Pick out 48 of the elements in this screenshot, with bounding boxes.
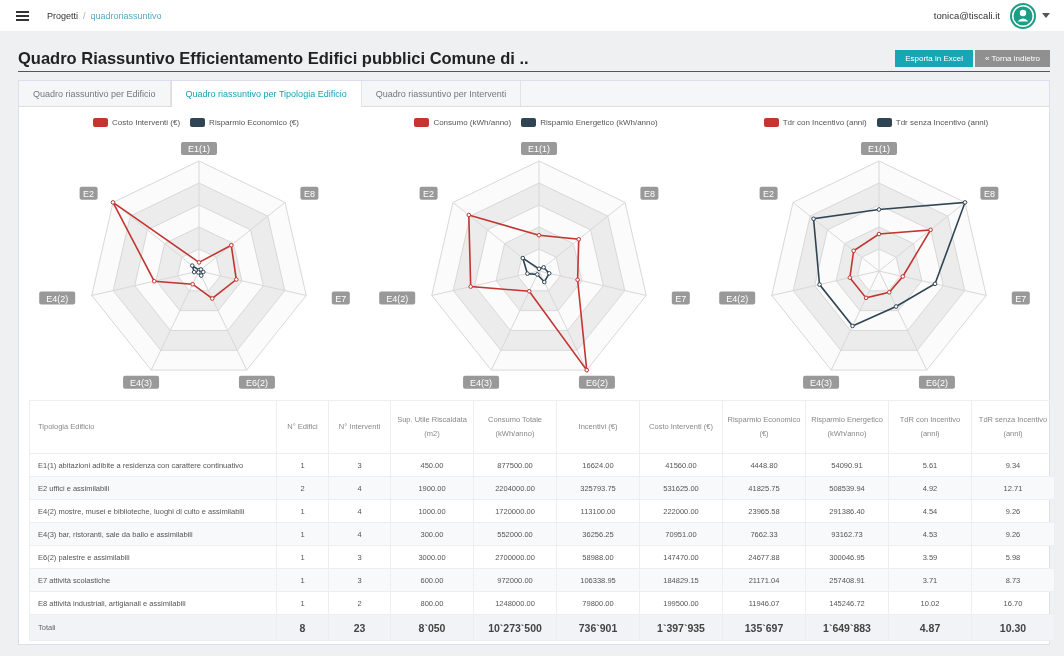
axis-label: E2 xyxy=(759,186,778,200)
axis-label: E1(1) xyxy=(521,142,557,155)
total-cell: 135`697 xyxy=(722,614,806,641)
total-cell: 10.30 xyxy=(971,614,1055,641)
menu-icon[interactable] xyxy=(16,10,29,21)
tab[interactable]: Quadro riassuntivo per Tipologia Edificio xyxy=(170,81,362,107)
user-email[interactable]: tonica@tiscali.it xyxy=(933,10,1000,21)
legend-label: Tdr senza Incentivo (anni) xyxy=(895,117,989,127)
legend-label: Risparmio Economico (€) xyxy=(209,117,299,127)
total-cell: 1`649`883 xyxy=(805,614,889,641)
avatar-icon[interactable] xyxy=(1010,2,1036,29)
total-cell: 1`397`935 xyxy=(639,614,723,641)
total-cell: 10`273`500 xyxy=(473,614,557,641)
axis-label: E2 xyxy=(419,186,438,200)
axis-label: E1(1) xyxy=(861,142,897,155)
breadcrumb-link[interactable]: Progetti xyxy=(47,10,79,21)
back-button[interactable]: « Torna indietro xyxy=(975,49,1050,67)
total-cell: 736`901 xyxy=(556,614,640,641)
page-title: Quadro Riassuntivo Efficientamento Edifici pubblici Comune di .. xyxy=(18,48,530,68)
legend-label: Consumo (kWh/anno) xyxy=(433,117,512,127)
tab[interactable]: Quadro riassuntivo per Interventi xyxy=(361,81,522,106)
legend-label: Rispamio Energetico (kWh/anno) xyxy=(540,117,658,127)
axis-label: E7 xyxy=(671,291,690,305)
breadcrumb-link[interactable]: quadroriassuntivo xyxy=(90,10,162,21)
export-button[interactable]: Esporta in Excel xyxy=(895,49,973,67)
tab[interactable]: Quadro riassuntivo per Edificio xyxy=(19,81,171,106)
caret-icon[interactable] xyxy=(1042,13,1050,18)
axis-label: E8 xyxy=(980,186,999,200)
legend-label: Costo Interventi (€) xyxy=(112,117,181,127)
axis-label: E6(2) xyxy=(918,375,955,389)
axis-label: E4(2) xyxy=(379,291,416,305)
axis-label: E2 xyxy=(79,186,98,200)
axis-label: E4(2) xyxy=(719,291,756,305)
legend-label: Tdr con Incentivo (anni) xyxy=(782,117,867,127)
axis-label: E7 xyxy=(331,291,350,305)
axis-label: E8 xyxy=(640,186,659,200)
axis-label: E4(3) xyxy=(123,375,160,389)
breadcrumb-separator: / xyxy=(83,10,86,21)
axis-label: E8 xyxy=(300,186,319,200)
total-cell: 8`050 xyxy=(390,614,474,641)
total-cell: 4.87 xyxy=(888,614,972,641)
axis-label: E6(2) xyxy=(238,375,275,389)
axis-label: E4(3) xyxy=(463,375,500,389)
axis-label: E1(1) xyxy=(181,142,217,155)
axis-label: E7 xyxy=(1011,291,1030,305)
axis-label: E4(2) xyxy=(39,291,76,305)
axis-label: E6(2) xyxy=(578,375,615,389)
axis-label: E4(3) xyxy=(803,375,840,389)
